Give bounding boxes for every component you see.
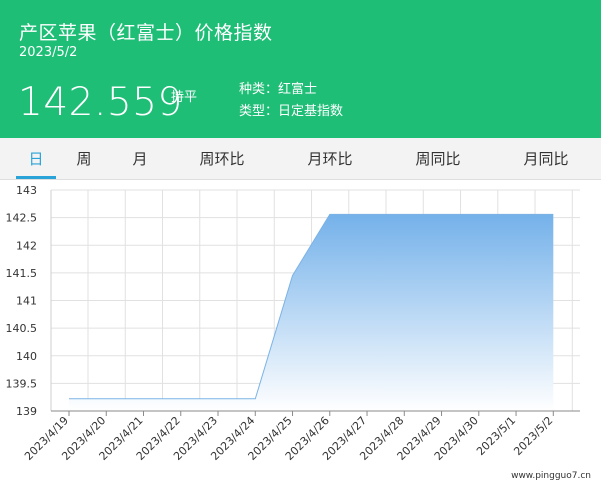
y-tick-label: 141 [16, 295, 37, 308]
y-tick-label: 140 [16, 350, 37, 363]
tab-week[interactable]: 周 [66, 138, 102, 179]
tab-week-on-week[interactable]: 周环比 [190, 138, 254, 179]
price-value: 142.559 [18, 80, 183, 125]
x-tick-label: 2023/5/2 [511, 414, 555, 458]
y-tick-label: 139.5 [6, 377, 38, 390]
tab-week-year-on-year[interactable]: 周同比 [406, 138, 470, 179]
x-tick-label: 2023/5/1 [474, 414, 518, 458]
price-index-widget: 产区苹果（红富士）价格指数 2023/5/2 142.559 持平 种类：红富士… [0, 0, 601, 485]
y-tick-label: 141.5 [6, 267, 38, 280]
date-label: 2023/5/2 [19, 45, 78, 60]
header-panel: 产区苹果（红富士）价格指数 2023/5/2 142.559 持平 种类：红富士… [0, 0, 601, 138]
tab-month-on-month[interactable]: 月环比 [298, 138, 362, 179]
y-tick-label: 140.5 [6, 322, 38, 335]
watermark: www.pingguo7.cn [511, 471, 591, 481]
variety-label: 种类：红富士 [239, 82, 318, 97]
y-tick-label: 142 [16, 239, 37, 252]
y-tick-label: 142.5 [6, 212, 38, 225]
period-tabs: 日 周 月 周环比 月环比 周同比 月同比 [0, 138, 601, 180]
tab-day[interactable]: 日 [16, 138, 56, 179]
type-label: 类型：日定基指数 [239, 104, 344, 119]
price-area-chart: 139 139.5 140 140.5 141 141.5 142 142.5 143 2023/… [6, 184, 592, 481]
tab-month[interactable]: 月 [122, 138, 158, 179]
y-tick-label: 143 [16, 184, 37, 197]
tab-month-year-on-year[interactable]: 月同比 [514, 138, 578, 179]
page-title: 产区苹果（红富士）价格指数 [19, 22, 273, 44]
trend-label: 持平 [171, 90, 198, 105]
y-tick-label: 139 [16, 405, 37, 418]
